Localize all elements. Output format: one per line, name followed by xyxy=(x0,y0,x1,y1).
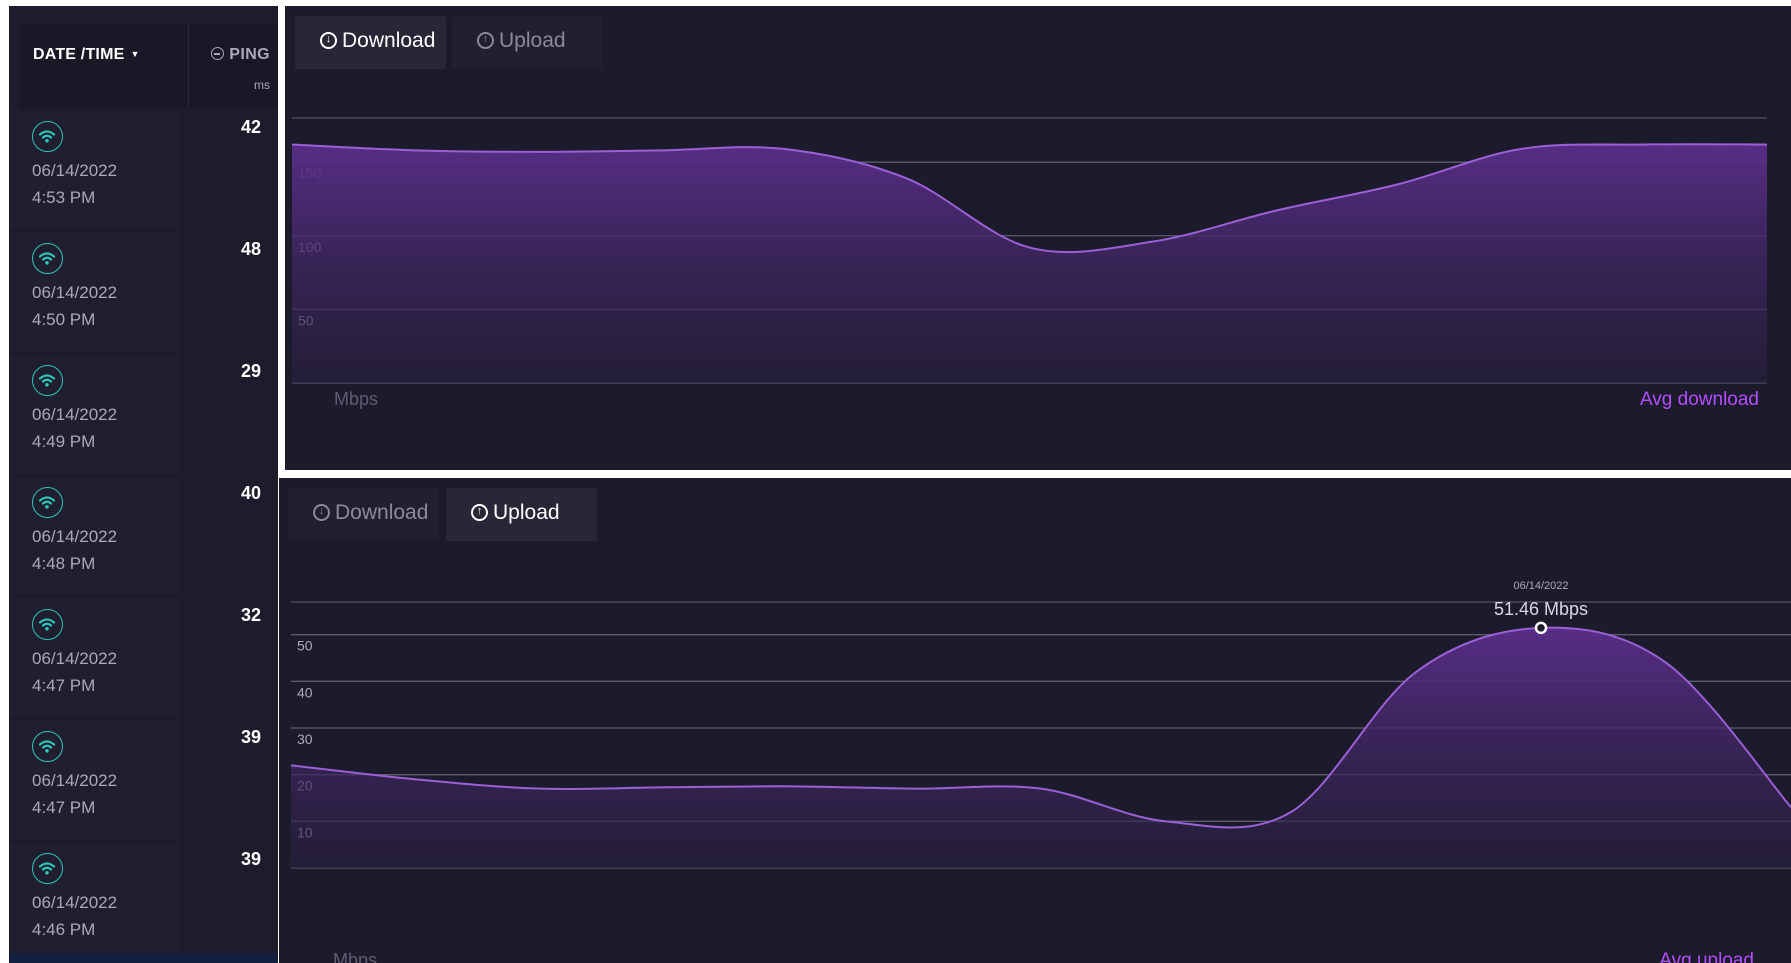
upload-data-point[interactable] xyxy=(1038,786,1044,792)
results-list: DATE /TIME ▼ PING ms 06/14/2022 4:53 PM 4… xyxy=(9,6,278,963)
download-data-point[interactable] xyxy=(1518,146,1524,152)
upload-speed-chart: 1020304050 06/14/2022 51.46 Mbps Mbps Av… xyxy=(288,580,1791,963)
upload-data-point[interactable] xyxy=(1163,818,1169,824)
upload-data-point[interactable] xyxy=(788,783,794,789)
download-data-point[interactable] xyxy=(1149,239,1155,245)
upload-data-point[interactable] xyxy=(1288,809,1294,815)
result-date: 06/14/2022 xyxy=(32,649,118,668)
sort-date-time-header[interactable]: DATE /TIME ▼ xyxy=(33,46,140,64)
upload-data-point[interactable] xyxy=(1538,625,1544,631)
unit-label: Mbps xyxy=(333,950,377,963)
wifi-icon xyxy=(32,121,63,152)
results-bottom-bar xyxy=(9,953,278,963)
result-time: 4:49 PM xyxy=(32,432,96,451)
upload-data-point[interactable] xyxy=(1413,669,1419,675)
result-ping: 42 xyxy=(240,117,261,137)
result-ping: 48 xyxy=(240,239,261,259)
download-data-point[interactable] xyxy=(535,149,541,155)
upload-chart-panel: Download Upload 1020304050 06/14/2022 51… xyxy=(279,478,1791,963)
upload-area xyxy=(291,627,1791,868)
ping-column-header[interactable]: PING xyxy=(211,46,270,64)
tooltip-date: 06/14/2022 xyxy=(1513,580,1568,592)
download-data-point[interactable] xyxy=(1272,208,1278,214)
result-ping: 29 xyxy=(240,361,261,381)
wifi-icon xyxy=(32,365,63,396)
wifi-icon xyxy=(32,243,63,274)
upload-data-point[interactable] xyxy=(413,776,419,782)
result-date: 06/14/2022 xyxy=(32,527,118,546)
upload-data-point[interactable] xyxy=(663,784,669,790)
result-ping: 39 xyxy=(240,727,261,747)
result-time: 4:47 PM xyxy=(32,798,96,817)
upload-data-point[interactable] xyxy=(538,786,544,792)
wifi-icon xyxy=(32,853,63,884)
unit-label: Mbps xyxy=(334,389,378,409)
upload-data-point[interactable] xyxy=(913,786,919,792)
download-chart-panel: Download Upload 50100150 Mbps Avg downlo… xyxy=(285,6,1791,470)
download-data-point[interactable] xyxy=(1395,181,1401,187)
result-date: 06/14/2022 xyxy=(32,893,118,912)
upload-data-point[interactable] xyxy=(1663,660,1669,666)
result-time: 4:50 PM xyxy=(32,310,96,329)
wifi-icon xyxy=(32,609,63,640)
upload-data-point[interactable] xyxy=(288,762,294,768)
result-row[interactable]: 06/14/2022 4:46 PM 39 xyxy=(9,843,278,963)
result-time: 4:53 PM xyxy=(32,188,96,207)
y-tick-label: 30 xyxy=(297,731,313,747)
download-data-point[interactable] xyxy=(781,146,787,152)
result-date: 06/14/2022 xyxy=(32,405,118,424)
result-row[interactable]: 06/14/2022 4:47 PM 39 xyxy=(9,721,278,843)
avg-download-label[interactable]: Avg download xyxy=(1640,389,1759,410)
result-ping: 39 xyxy=(240,849,261,869)
download-area xyxy=(292,144,1767,383)
avg-upload-label[interactable]: Avg upload xyxy=(1659,950,1754,963)
ping-unit: ms xyxy=(254,78,270,92)
result-row[interactable]: 06/14/2022 4:48 PM 40 xyxy=(9,477,278,599)
download-data-point[interactable] xyxy=(289,142,295,148)
result-row[interactable]: 06/14/2022 4:50 PM 48 xyxy=(9,233,278,355)
download-data-point[interactable] xyxy=(658,147,664,153)
result-date: 06/14/2022 xyxy=(32,161,118,180)
wifi-icon xyxy=(32,487,63,518)
download-data-point[interactable] xyxy=(1027,245,1033,251)
download-data-point[interactable] xyxy=(1764,142,1770,148)
y-tick-label: 50 xyxy=(297,638,313,654)
result-date: 06/14/2022 xyxy=(32,771,118,790)
result-row[interactable]: 06/14/2022 4:47 PM 32 xyxy=(9,599,278,721)
y-tick-label: 40 xyxy=(297,684,313,700)
download-data-point[interactable] xyxy=(904,175,910,181)
download-speed-chart: 50100150 Mbps Avg download xyxy=(289,117,1770,410)
ping-icon xyxy=(211,47,225,60)
result-ping: 40 xyxy=(240,483,261,503)
download-data-point[interactable] xyxy=(1641,142,1647,148)
result-time: 4:47 PM xyxy=(32,676,96,695)
result-ping: 32 xyxy=(240,605,261,625)
tooltip-value: 51.46 Mbps xyxy=(1494,599,1588,619)
header-divider xyxy=(188,24,189,108)
result-date: 06/14/2022 xyxy=(32,283,118,302)
wifi-icon xyxy=(32,731,63,762)
download-data-point[interactable] xyxy=(412,147,418,153)
results-rows: 06/14/2022 4:53 PM 42 06/14/2022 4:50 PM… xyxy=(9,111,278,963)
sort-caret-icon: ▼ xyxy=(130,49,140,59)
result-row[interactable]: 06/14/2022 4:53 PM 42 xyxy=(9,111,278,233)
result-row[interactable]: 06/14/2022 4:49 PM 29 xyxy=(9,355,278,477)
results-header: DATE /TIME ▼ PING ms xyxy=(19,24,278,108)
result-time: 4:48 PM xyxy=(32,554,96,573)
result-time: 4:46 PM xyxy=(32,920,96,939)
